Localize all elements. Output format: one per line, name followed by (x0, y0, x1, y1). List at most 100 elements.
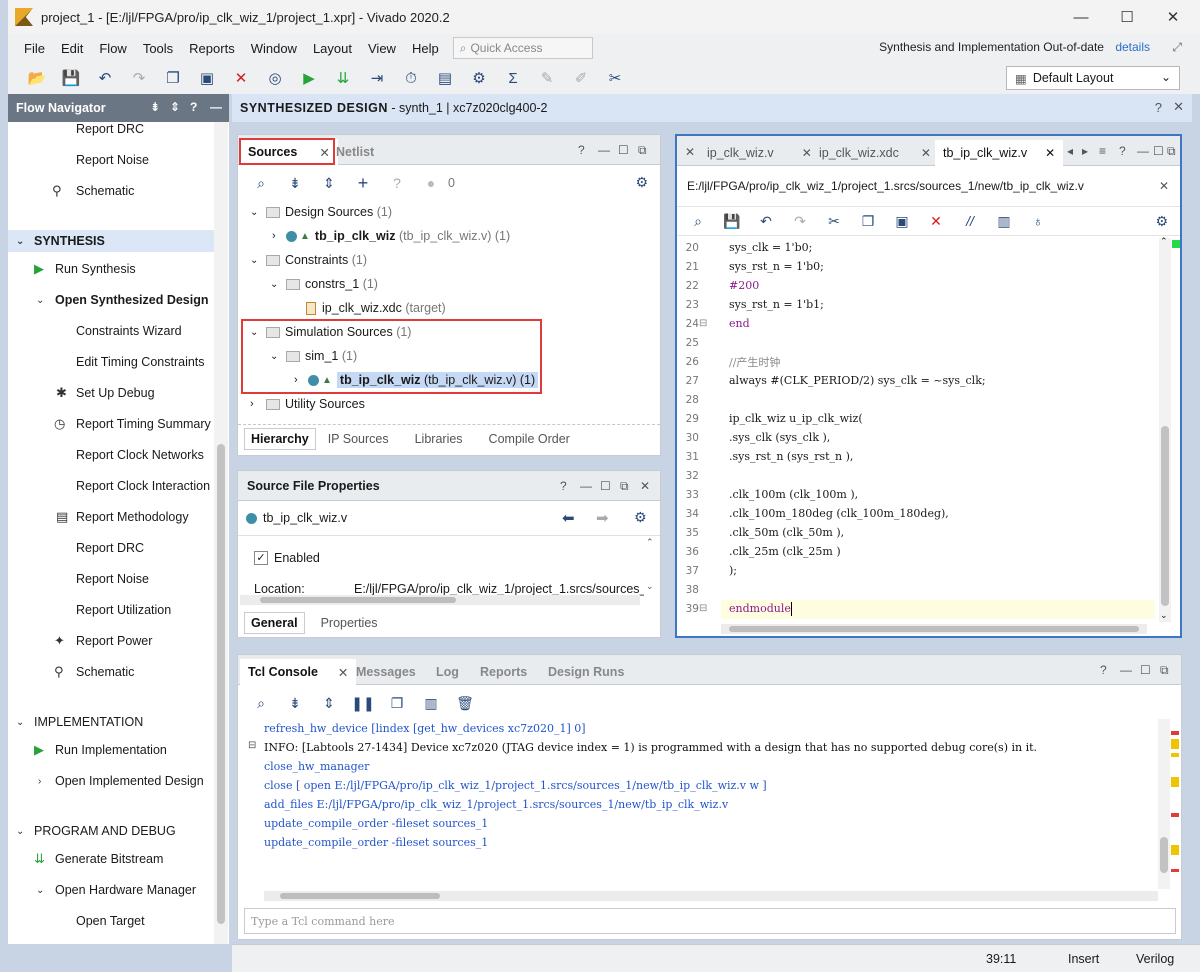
flow-report-drc-1[interactable]: Report DRC (8, 122, 214, 140)
flow-edit-timing[interactable]: Edit Timing Constraints (8, 351, 214, 373)
details-link[interactable]: details (1115, 40, 1150, 54)
scroll-up-icon[interactable]: ⌃ (1160, 236, 1168, 247)
flow-section-synthesis[interactable]: ⌄ SYNTHESIS (8, 230, 214, 252)
close-icon[interactable]: ✕ (338, 665, 348, 680)
help-icon[interactable]: ? (560, 479, 567, 493)
scroll-thumb[interactable] (217, 444, 225, 924)
menu-layout[interactable]: Layout (305, 41, 360, 56)
redo-icon[interactable]: ↷ (126, 65, 152, 91)
tab-messages[interactable]: Messages (348, 659, 424, 685)
comment-icon[interactable]: // (958, 209, 982, 233)
settings-gear-icon[interactable]: ⚙ (635, 174, 648, 191)
layout-select[interactable]: ▦ Default Layout ⌄ (1006, 66, 1180, 90)
close-icon[interactable]: ✕ (1045, 146, 1055, 160)
copy-icon[interactable]: ❐ (385, 691, 409, 715)
menu-tools[interactable]: Tools (135, 41, 181, 56)
minimize-panel-icon[interactable]: — (1120, 663, 1132, 677)
menu-view[interactable]: View (360, 41, 404, 56)
help-icon[interactable]: ? (1100, 663, 1107, 677)
help-icon[interactable]: ? (1119, 144, 1126, 158)
tree-design-sources[interactable]: ⌄ Design Sources (1) (250, 201, 392, 223)
run-icon[interactable]: ▶ (296, 65, 322, 91)
save-icon[interactable]: 💾 (58, 65, 84, 91)
flow-report-drc-2[interactable]: Report DRC (8, 537, 214, 559)
float-panel-icon[interactable]: ⧉ (620, 479, 629, 494)
tree-tb-top[interactable]: › ▲ tb_ip_clk_wiz (tb_ip_clk_wiz.v) (1) (272, 225, 510, 247)
undo-icon[interactable]: ↶ (754, 209, 778, 233)
close-icon[interactable]: ✕ (1159, 179, 1169, 193)
flow-setup-debug[interactable]: ✱ Set Up Debug (8, 382, 214, 404)
scroll-thumb[interactable] (1160, 837, 1168, 873)
search-icon[interactable]: ⌕ (686, 209, 710, 233)
minimize-panel-icon[interactable]: — (598, 143, 610, 157)
enabled-checkbox-row[interactable]: ✓ Enabled (254, 551, 320, 565)
tab-ip-clk-wiz-v[interactable]: ip_clk_wiz.v ✕ (699, 140, 820, 166)
tree-constraints[interactable]: ⌄ Constraints (1) (250, 249, 367, 271)
expand-all-icon[interactable]: ⇕ (170, 100, 180, 114)
search-icon[interactable]: ⌕ (249, 171, 273, 195)
console-vscroll[interactable] (1158, 719, 1170, 889)
flow-section-implementation[interactable]: ⌄ IMPLEMENTATION (8, 711, 214, 733)
flow-open-synthesized[interactable]: ⌄ Open Synthesized Design (8, 289, 214, 311)
tab-list-icon[interactable]: ≡ (1099, 144, 1106, 158)
editor-hscroll[interactable] (721, 624, 1147, 634)
tab-log[interactable]: Log (428, 659, 467, 685)
copy-icon[interactable]: ❐ (160, 65, 186, 91)
back-arrow-icon[interactable]: ⬅ (562, 509, 575, 527)
fold-icon[interactable]: ⊟ (699, 603, 707, 614)
timer-icon[interactable]: ⏱ (398, 65, 424, 91)
flow-methodology[interactable]: ▤ Report Methodology (8, 506, 214, 528)
tab-tcl-console[interactable]: Tcl Console ✕ (240, 659, 357, 685)
tab-compile-order[interactable]: Compile Order (483, 428, 576, 450)
flow-open-hw-manager[interactable]: ⌄ Open Hardware Manager (8, 879, 214, 901)
tab-libraries[interactable]: Libraries (409, 428, 469, 450)
float-panel-icon[interactable]: ⧉ (1167, 144, 1176, 159)
flow-generate-bitstream[interactable]: ⇊ Generate Bitstream (8, 848, 214, 870)
tab-general[interactable]: General (244, 612, 305, 634)
float-panel-icon[interactable]: ⧉ (1160, 663, 1169, 678)
scroll-thumb[interactable] (1161, 426, 1169, 606)
column-icon[interactable]: ▥ (992, 209, 1016, 233)
tab-netlist[interactable]: Netlist (328, 139, 382, 165)
report-icon[interactable]: ▤ (432, 65, 458, 91)
menu-flow[interactable]: Flow (91, 41, 134, 56)
menu-reports[interactable]: Reports (181, 41, 243, 56)
table-icon[interactable]: ▥ (419, 691, 443, 715)
collapse-all-icon[interactable]: ⇟ (150, 100, 160, 114)
code-area[interactable]: 20 sys_clk = 1'b0; 21 sys_rst_n = 1'b0; 22… (677, 238, 1157, 622)
delete-icon[interactable]: ✕ (924, 209, 948, 233)
menu-file[interactable]: File (16, 41, 53, 56)
close-window-button[interactable]: ✕ (1150, 0, 1196, 34)
settings-gear-icon[interactable]: ⚙ (466, 65, 492, 91)
flow-schematic-1[interactable]: ⚲ Schematic (8, 180, 214, 202)
sum-icon[interactable]: Σ (500, 65, 526, 91)
search-icon[interactable]: ⌕ (249, 691, 273, 715)
settings-gear-icon[interactable]: ⚙ (1155, 213, 1168, 230)
flow-schematic-2[interactable]: ⚲ Schematic (8, 661, 214, 683)
tcl-command-input[interactable]: Type a Tcl command here (244, 908, 1176, 934)
cut-icon[interactable]: ✂ (822, 209, 846, 233)
lightbulb-icon[interactable]: ♁ (1026, 209, 1050, 233)
fold-icon[interactable]: ⊟ (699, 318, 707, 329)
flow-utilization[interactable]: Report Utilization (8, 599, 214, 621)
console-hscroll[interactable] (264, 891, 1158, 901)
redo-icon[interactable]: ↷ (788, 209, 812, 233)
tree-xdc-file[interactable]: ip_clk_wiz.xdc (target) (306, 297, 446, 319)
add-icon[interactable]: + (351, 171, 375, 195)
expand-all-icon[interactable]: ⇕ (317, 691, 341, 715)
close-icon[interactable]: ✕ (1173, 99, 1184, 115)
delete-icon[interactable]: ✕ (228, 65, 254, 91)
close-icon[interactable]: ✕ (921, 146, 931, 160)
tab-ip-clk-wiz-xdc[interactable]: ip_clk_wiz.xdc ✕ (811, 140, 939, 166)
menu-edit[interactable]: Edit (53, 41, 91, 56)
edit-disabled-icon[interactable]: ✐ (568, 65, 594, 91)
flow-open-implemented[interactable]: › Open Implemented Design (8, 770, 214, 792)
quick-access-input[interactable]: ⌕ Quick Access (452, 37, 593, 59)
info-icon[interactable]: ? (385, 171, 409, 195)
minimize-panel-icon[interactable]: — (580, 479, 592, 493)
scroll-down-icon[interactable]: ⌄ (646, 581, 654, 592)
menu-help[interactable]: Help (404, 41, 447, 56)
maximize-panel-icon[interactable]: ☐ (1153, 144, 1164, 158)
collapse-all-icon[interactable]: ⇟ (283, 691, 307, 715)
minimize-button[interactable]: — (1058, 0, 1104, 34)
